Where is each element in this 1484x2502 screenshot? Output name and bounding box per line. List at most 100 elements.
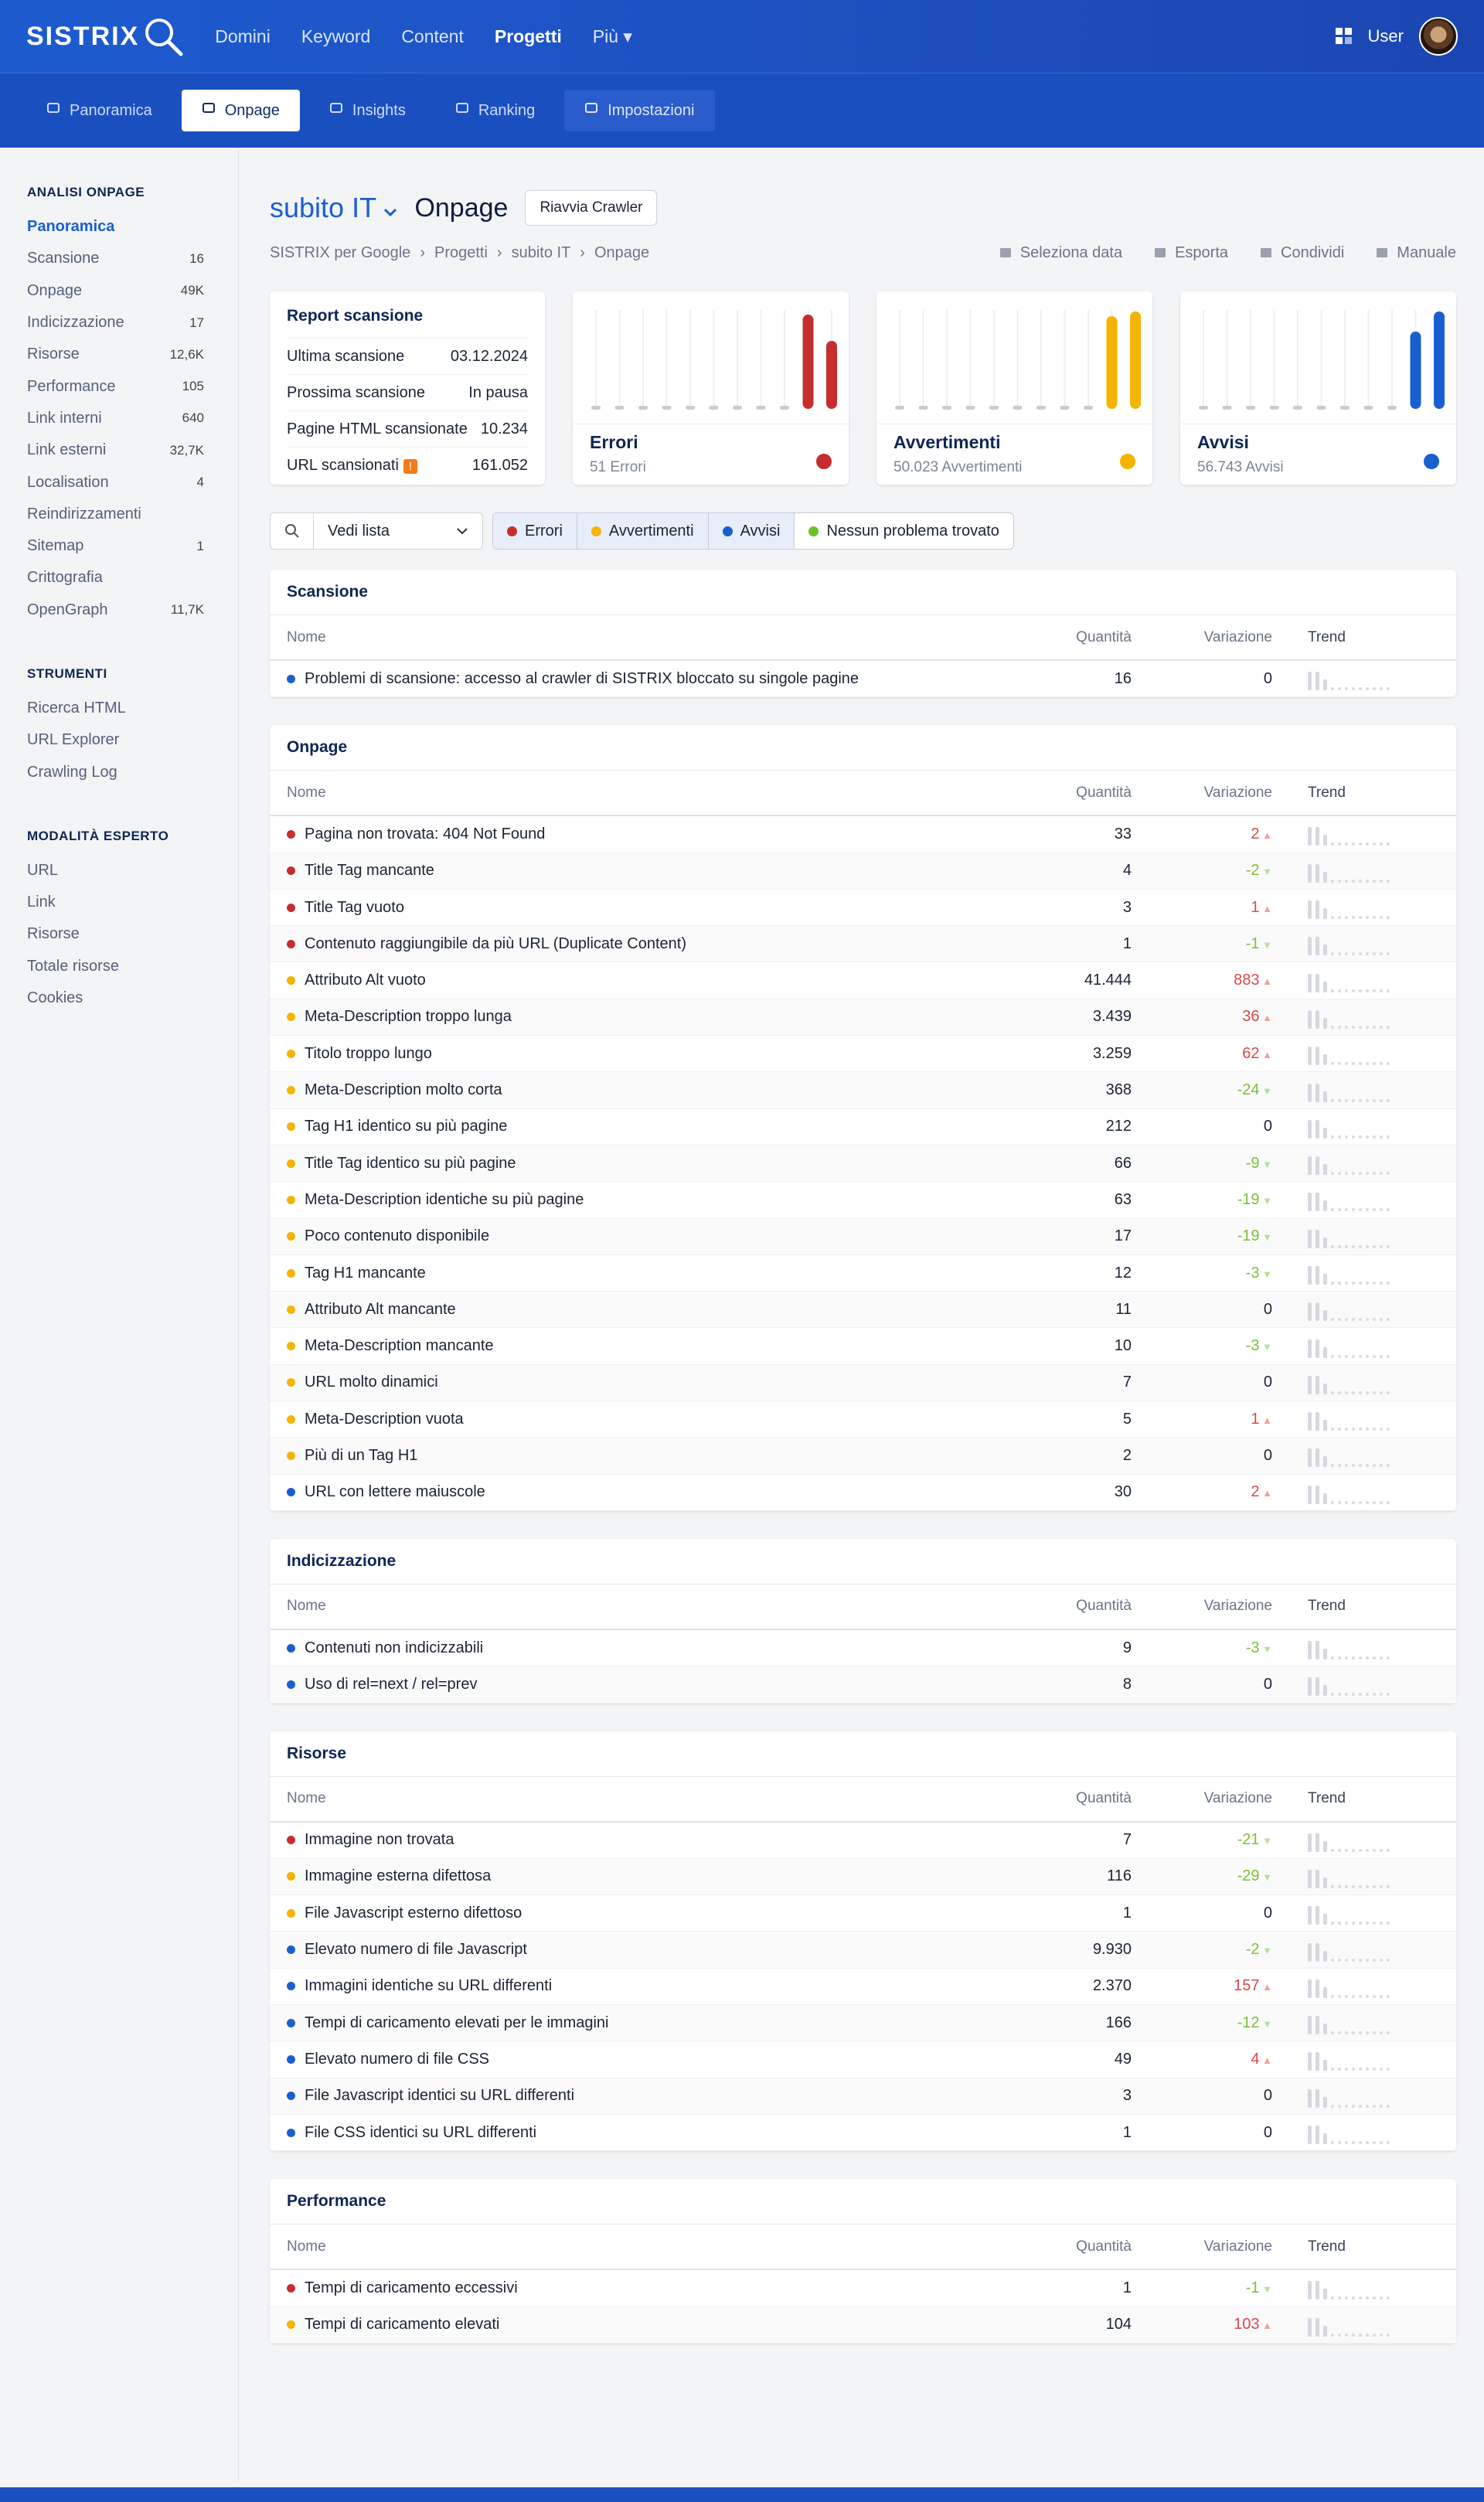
issue-name[interactable]: Immagine non trovata — [305, 1831, 454, 1849]
sidebar-item[interactable]: Link esterni 32,7K — [27, 434, 238, 466]
tab-4[interactable]: Impostazioni — [564, 90, 715, 131]
table-row[interactable]: Tempi di caricamento eccessivi 1 -1 ▼ — [270, 2270, 1456, 2307]
table-row[interactable]: Tag H1 mancante 12 -3 ▼ — [270, 1255, 1456, 1292]
table-row[interactable]: Immagine non trovata 7 -21 ▼ — [270, 1823, 1456, 1859]
col-var[interactable]: Variazione — [1132, 1790, 1291, 1807]
sidebar-item[interactable]: Risorse 12,6K — [27, 339, 238, 370]
col-var[interactable]: Variazione — [1132, 1598, 1291, 1615]
issue-name[interactable]: Tag H1 identico su più pagine — [305, 1118, 507, 1135]
issue-name[interactable]: Contenuto raggiungibile da più URL (Dupl… — [305, 935, 686, 953]
filter-chip-0[interactable]: Errori — [493, 513, 577, 549]
issue-name[interactable]: Attributo Alt mancante — [305, 1301, 456, 1319]
issue-name[interactable]: Tempi di caricamento elevati per le imma… — [305, 2014, 609, 2032]
issue-name[interactable]: Uso di rel=next / rel=prev — [305, 1676, 477, 1694]
col-var[interactable]: Variazione — [1132, 2238, 1291, 2255]
sidebar-item[interactable]: Link interni 640 — [27, 403, 238, 434]
sidebar-item[interactable]: Scansione 16 — [27, 243, 238, 274]
view-selector[interactable]: Vedi lista — [270, 512, 483, 550]
issue-name[interactable]: Titolo troppo lungo — [305, 1045, 432, 1063]
warning-badge[interactable]: ! — [403, 458, 418, 474]
col-trend[interactable]: Trend — [1291, 785, 1456, 802]
table-row[interactable]: Titolo troppo lungo 3.259 62 ▲ — [270, 1036, 1456, 1073]
issue-name[interactable]: Elevato numero di file Javascript — [305, 1941, 527, 1959]
col-trend[interactable]: Trend — [1291, 1598, 1456, 1615]
table-row[interactable]: Immagini identiche su URL differenti 2.37… — [270, 1969, 1456, 2006]
sidebar-item[interactable]: OpenGraph 11,7K — [27, 594, 238, 626]
issue-name[interactable]: Title Tag identico su più pagine — [305, 1155, 516, 1173]
issue-name[interactable]: Pagina non trovata: 404 Not Found — [305, 825, 545, 843]
table-row[interactable]: Poco contenuto disponibile 17 -19 ▼ — [270, 1218, 1456, 1255]
issue-name[interactable]: File CSS identici su URL differenti — [305, 2124, 536, 2142]
tab-3[interactable]: Ranking — [435, 90, 555, 131]
sidebar-item[interactable]: Sitemap 1 — [27, 530, 238, 562]
table-row[interactable]: Attributo Alt mancante 11 0 — [270, 1292, 1456, 1329]
col-qty[interactable]: Quantità — [1023, 785, 1132, 802]
sidebar-item[interactable]: Totale risorse — [27, 951, 238, 982]
table-row[interactable]: Meta-Description identiche su più pagine… — [270, 1182, 1456, 1219]
table-row[interactable]: Tempi di caricamento elevati 104 103 ▲ — [270, 2306, 1456, 2344]
col-var[interactable]: Variazione — [1132, 785, 1291, 802]
col-name[interactable]: Nome — [270, 629, 1023, 646]
col-var[interactable]: Variazione — [1132, 629, 1291, 646]
col-name[interactable]: Nome — [270, 1598, 1023, 1615]
table-row[interactable]: Meta-Description mancante 10 -3 ▼ — [270, 1328, 1456, 1365]
nav-1[interactable]: Keyword — [301, 26, 370, 47]
col-qty[interactable]: Quantità — [1023, 1598, 1132, 1615]
summary-card-avvisi[interactable]: Avvisi 56.743 Avvisi — [1180, 291, 1456, 485]
issue-name[interactable]: URL con lettere maiuscole — [305, 1483, 485, 1501]
table-row[interactable]: Meta-Description vuota 5 1 ▲ — [270, 1401, 1456, 1438]
project-selector[interactable]: subito IT — [270, 192, 397, 224]
sidebar-item[interactable]: Localisation 4 — [27, 466, 238, 498]
action-2[interactable]: Condividi — [1259, 244, 1344, 262]
sidebar-item[interactable]: Crawling Log — [27, 756, 238, 788]
filter-chip-3[interactable]: Nessun problema trovato — [795, 513, 1013, 549]
action-1[interactable]: Esporta — [1153, 244, 1228, 262]
summary-card-avvertimenti[interactable]: Avvertimenti 50.023 Avvertimenti — [876, 291, 1152, 485]
tab-1[interactable]: Onpage — [181, 90, 300, 131]
issue-name[interactable]: Meta-Description troppo lunga — [305, 1008, 512, 1026]
issue-name[interactable]: Meta-Description identiche su più pagine — [305, 1191, 584, 1209]
col-qty[interactable]: Quantità — [1023, 2238, 1132, 2255]
issue-name[interactable]: Meta-Description mancante — [305, 1337, 494, 1355]
issue-name[interactable]: Immagini identiche su URL differenti — [305, 1977, 552, 1995]
issue-name[interactable]: URL molto dinamici — [305, 1374, 438, 1391]
table-row[interactable]: URL con lettere maiuscole 30 2 ▲ — [270, 1475, 1456, 1511]
breadcrumb-item[interactable]: subito IT — [512, 244, 571, 261]
table-row[interactable]: URL molto dinamici 7 0 — [270, 1364, 1456, 1402]
table-row[interactable]: Immagine esterna difettosa 116 -29 ▼ — [270, 1858, 1456, 1896]
sidebar-item[interactable]: Indicizzazione 17 — [27, 307, 238, 339]
col-trend[interactable]: Trend — [1291, 629, 1456, 646]
table-row[interactable]: Tempi di caricamento elevati per le imma… — [270, 2005, 1456, 2042]
table-row[interactable]: Title Tag mancante 4 -2 ▼ — [270, 853, 1456, 890]
summary-card-errori[interactable]: Errori 51 Errori — [573, 291, 849, 485]
issue-name[interactable]: File Javascript esterno difettoso — [305, 1905, 522, 1922]
nav-0[interactable]: Domini — [215, 26, 271, 47]
sidebar-item[interactable]: URL — [27, 855, 238, 887]
action-3[interactable]: Manuale — [1375, 244, 1456, 262]
avatar[interactable] — [1419, 17, 1458, 56]
table-row[interactable]: File Javascript identici su URL differen… — [270, 2078, 1456, 2115]
col-name[interactable]: Nome — [270, 785, 1023, 802]
col-name[interactable]: Nome — [270, 2238, 1023, 2255]
table-row[interactable]: Title Tag identico su più pagine 66 -9 ▼ — [270, 1145, 1456, 1183]
table-row[interactable]: Problemi di scansione: accesso al crawle… — [270, 661, 1456, 698]
sidebar-item[interactable]: URL Explorer — [27, 724, 238, 756]
issue-name[interactable]: Meta-Description vuota — [305, 1411, 464, 1428]
col-trend[interactable]: Trend — [1291, 1790, 1456, 1807]
tab-0[interactable]: Panoramica — [26, 90, 172, 131]
sidebar-item[interactable]: Link — [27, 887, 238, 918]
nav-4[interactable]: Più ▾ — [593, 26, 632, 47]
issue-name[interactable]: Title Tag mancante — [305, 862, 434, 880]
sidebar-item[interactable]: Reindirizzamenti — [27, 499, 238, 530]
table-row[interactable]: File CSS identici su URL differenti 1 0 — [270, 2115, 1456, 2152]
issue-name[interactable]: Poco contenuto disponibile — [305, 1227, 489, 1245]
issue-name[interactable]: Più di un Tag H1 — [305, 1447, 417, 1465]
tab-2[interactable]: Insights — [309, 90, 426, 131]
issue-name[interactable]: File Javascript identici su URL differen… — [305, 2087, 574, 2105]
sidebar-item[interactable]: Onpage 49K — [27, 275, 238, 307]
sistrix-logo[interactable]: SISTRIX — [26, 15, 184, 57]
sidebar-item[interactable]: Performance 105 — [27, 370, 238, 402]
breadcrumb-item[interactable]: SISTRIX per Google — [270, 244, 410, 261]
table-row[interactable]: Elevato numero di file Javascript 9.930 -2… — [270, 1932, 1456, 1969]
col-qty[interactable]: Quantità — [1023, 629, 1132, 646]
